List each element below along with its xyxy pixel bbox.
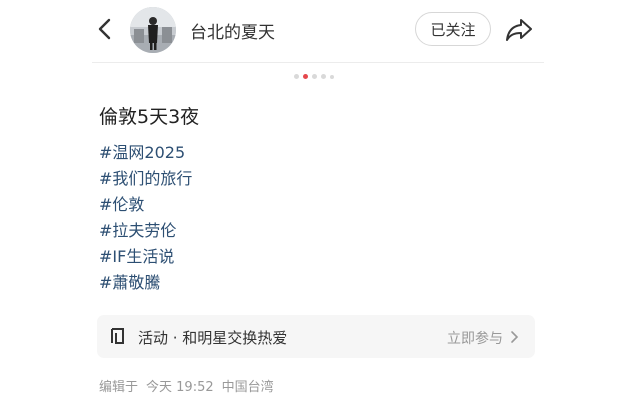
hashtag[interactable]: #拉夫劳伦	[99, 218, 192, 244]
header-divider	[92, 62, 544, 63]
back-button[interactable]	[94, 16, 118, 42]
edited-label: 编辑于	[99, 380, 139, 395]
share-arrow-icon	[506, 19, 532, 41]
hashtag[interactable]: #蕭敬騰	[99, 270, 192, 296]
hashtag[interactable]: #IF生活说	[99, 244, 192, 270]
chevron-left-icon	[98, 18, 111, 40]
post-title: 倫敦5天3夜	[99, 106, 200, 128]
top-bar: 台北的夏天 已关注	[0, 0, 640, 60]
carousel-indicator	[294, 74, 334, 80]
hashtag[interactable]: #伦敦	[99, 192, 192, 218]
activity-label: 活动 · 和明星交换热爱	[138, 329, 288, 347]
carousel-dot-active[interactable]	[303, 74, 308, 79]
avatar[interactable]	[130, 7, 176, 53]
carousel-dot[interactable]	[312, 74, 317, 79]
username[interactable]: 台北的夏天	[190, 18, 275, 43]
activity-icon	[111, 328, 124, 344]
post-meta: 编辑于 今天 19:52 中国台湾	[99, 376, 282, 395]
carousel-dot[interactable]	[330, 74, 334, 79]
activity-banner[interactable]: 活动 · 和明星交换热爱 立即参与	[97, 315, 535, 358]
join-now-link[interactable]: 立即参与	[447, 328, 503, 348]
carousel-dot[interactable]	[294, 74, 299, 79]
carousel-dot[interactable]	[321, 74, 326, 79]
edit-time: 今天 19:52	[146, 380, 214, 395]
tag-list: #温网2025 #我们的旅行 #伦敦 #拉夫劳伦 #IF生活说 #蕭敬騰	[99, 140, 192, 296]
follow-button[interactable]: 已关注	[415, 12, 491, 46]
hashtag[interactable]: #温网2025	[99, 140, 192, 166]
hashtag[interactable]: #我们的旅行	[99, 166, 192, 192]
chevron-right-icon	[511, 331, 519, 343]
location: 中国台湾	[221, 380, 274, 395]
share-button[interactable]	[504, 16, 534, 44]
